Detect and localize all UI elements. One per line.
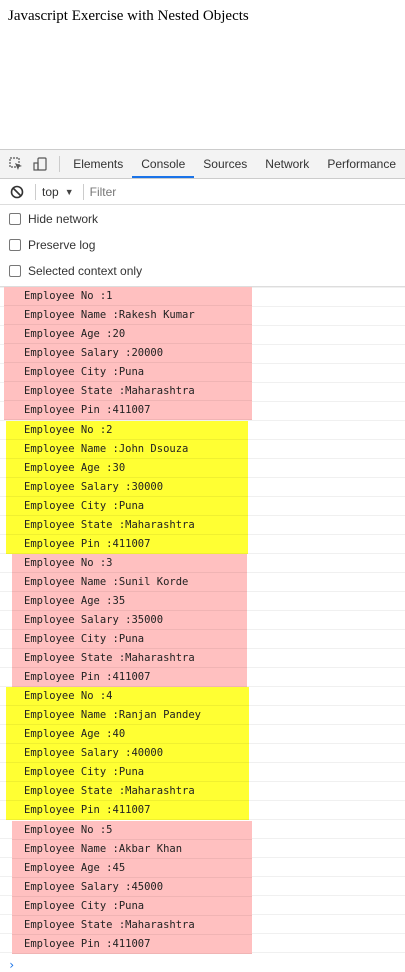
tab-elements[interactable]: Elements (64, 150, 132, 178)
selected-context-setting[interactable]: Selected context only (0, 258, 405, 284)
preserve-log-checkbox[interactable] (9, 239, 21, 251)
console-message: Employee Age :40 (6, 725, 249, 744)
console-message: Employee Name :Sunil Korde (12, 573, 247, 592)
device-toolbar-icon[interactable] (33, 156, 47, 172)
console-message: Employee Name :Akbar Khan (12, 840, 252, 859)
devtools-tabbar: Elements Console Sources Network Perform… (0, 149, 405, 179)
console-message: Employee Age :35 (12, 592, 247, 611)
console-message: Employee No :2 (6, 421, 248, 440)
preserve-log-setting[interactable]: Preserve log (0, 232, 405, 258)
console-message: Employee Salary :30000 (6, 478, 248, 497)
tab-console[interactable]: Console (132, 150, 195, 178)
console-message: Employee State :Maharashtra (6, 516, 248, 535)
context-label: top (42, 184, 59, 199)
console-message: Employee Salary :20000 (4, 344, 252, 363)
console-message: Employee City :Puna (12, 630, 247, 649)
console-message: Employee City :Puna (6, 763, 249, 782)
console-message: Employee No :1 (4, 287, 252, 306)
employee-log-group: Employee No :2 Employee Name :John Dsouza… (6, 421, 248, 554)
tab-network[interactable]: Network (256, 150, 318, 178)
filterbar-separator (82, 183, 84, 200)
preserve-log-label: Preserve log (28, 238, 96, 252)
employee-log-group: Employee No :5 Employee Name :Akbar Khan E… (12, 821, 252, 954)
dropdown-arrow-icon: ▼ (64, 186, 74, 197)
filterbar-separator (35, 183, 36, 200)
console-message: Employee No :4 (6, 687, 249, 706)
console-message: Employee Salary :40000 (6, 744, 249, 763)
page-heading: Javascript Exercise with Nested Objects (8, 8, 249, 24)
console-message: Employee Pin :411007 (6, 535, 248, 554)
employee-log-group: Employee No :3 Employee Name :Sunil Korde… (12, 554, 247, 687)
console-filterbar: top ▼ (0, 179, 405, 205)
console-message: Employee City :Puna (4, 363, 252, 382)
console-message: Employee No :3 (12, 554, 247, 573)
hide-network-label: Hide network (28, 212, 99, 226)
console-message: Employee Salary :35000 (12, 611, 247, 630)
console-message: Employee Pin :411007 (4, 401, 252, 420)
console-message: Employee City :Puna (12, 897, 252, 916)
hide-network-checkbox[interactable] (9, 213, 21, 225)
filter-input[interactable] (89, 184, 290, 199)
tab-performance[interactable]: Performance (318, 150, 405, 178)
console-message: Employee Name :Rakesh Kumar (4, 306, 252, 325)
employee-log-group: Employee No :4 Employee Name :Ranjan Pand… (6, 687, 249, 820)
console-message: Employee Age :20 (4, 325, 252, 344)
console-message: Employee Name :John Dsouza (6, 440, 248, 459)
console-message: Employee Salary :45000 (12, 878, 252, 897)
clear-console-icon[interactable] (9, 184, 25, 200)
console-message: Employee Pin :411007 (12, 668, 247, 687)
console-message: Employee State :Maharashtra (4, 382, 252, 401)
employee-log-group: Employee No :1 Employee Name :Rakesh Kuma… (4, 287, 252, 420)
console-message: Employee No :5 (12, 821, 252, 840)
console-message: Employee State :Maharashtra (6, 782, 249, 801)
inspect-element-icon[interactable] (9, 156, 23, 172)
context-selector[interactable]: top ▼ (42, 185, 74, 199)
console-message: Employee State :Maharashtra (12, 649, 247, 668)
tab-sources[interactable]: Sources (194, 150, 256, 178)
console-message: Employee Name :Ranjan Pandey (6, 706, 249, 725)
console-message: Employee Age :30 (6, 459, 248, 478)
console-prompt-icon[interactable]: › (8, 958, 15, 972)
tabbar-separator (59, 156, 61, 172)
selected-context-label: Selected context only (28, 264, 143, 278)
console-message: Employee Pin :411007 (6, 801, 249, 820)
console-message: Employee State :Maharashtra (12, 916, 252, 935)
hide-network-setting[interactable]: Hide network (0, 206, 405, 232)
selected-context-checkbox[interactable] (9, 265, 21, 277)
console-settings: Hide network Preserve log Selected conte… (0, 205, 405, 287)
console-message: Employee Pin :411007 (12, 935, 252, 954)
console-message: Employee Age :45 (12, 859, 252, 878)
devtools-panel: Elements Console Sources Network Perform… (0, 149, 405, 972)
console-message: Employee City :Puna (6, 497, 248, 516)
